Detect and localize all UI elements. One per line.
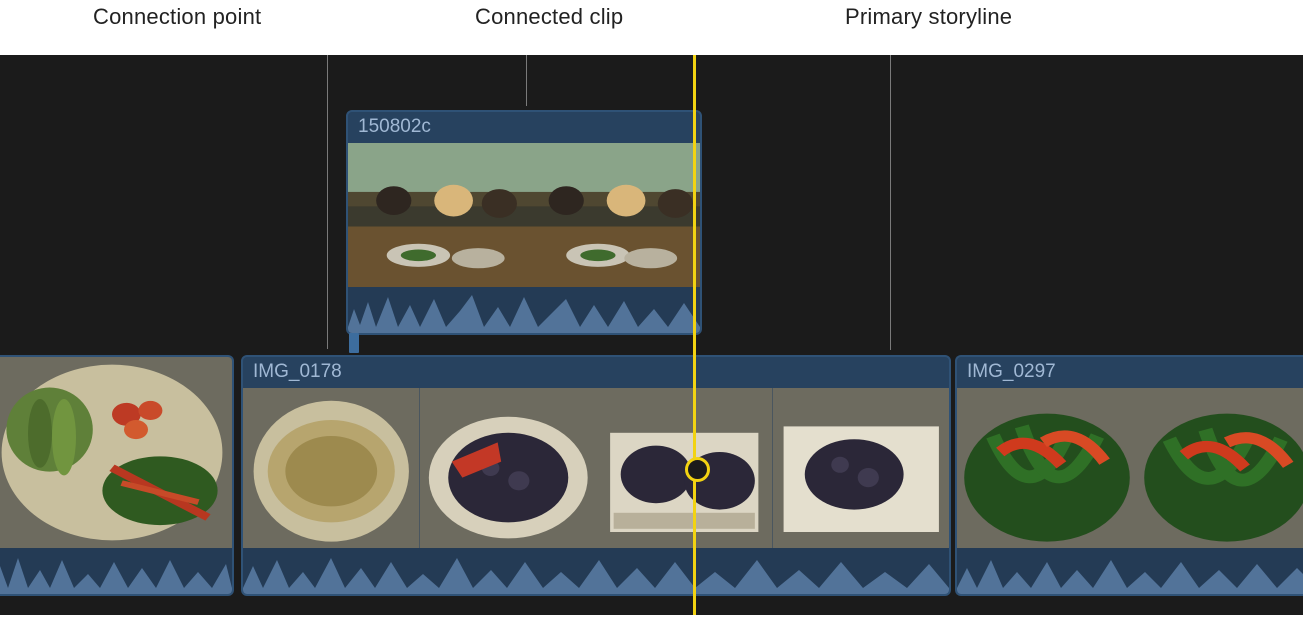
clip-thumbnails — [957, 388, 1303, 548]
label-primary-storyline: Primary storyline — [845, 4, 1012, 30]
playhead-line[interactable] — [693, 55, 696, 615]
label-connected-clip: Connected clip — [475, 4, 623, 30]
clip-title: IMG_0178 — [243, 357, 949, 388]
label-connection-point: Connection point — [93, 4, 261, 30]
primary-storyline-clip-right[interactable]: IMG_0297 — [955, 355, 1303, 596]
clip-thumbnails — [0, 357, 232, 548]
primary-storyline-clip-middle[interactable]: IMG_0178 — [241, 355, 951, 596]
clip-title: IMG_0297 — [957, 357, 1303, 388]
clip-waveform — [957, 548, 1303, 594]
clip-waveform — [243, 548, 949, 594]
clip-thumbnails — [243, 388, 949, 548]
timeline[interactable]: 150802c — [0, 55, 1303, 615]
connected-clip-thumbnails — [348, 143, 700, 287]
connected-clip-waveform — [348, 287, 700, 333]
clip-waveform — [0, 548, 232, 594]
leader-connection-point — [327, 32, 328, 349]
playhead-head[interactable] — [685, 457, 710, 482]
primary-storyline-clip-left[interactable] — [0, 355, 234, 596]
annotation-labels: Connection point Connected clip Primary … — [0, 0, 1303, 55]
connected-clip[interactable]: 150802c — [346, 110, 702, 335]
connected-clip-title: 150802c — [348, 112, 700, 143]
leader-primary-storyline — [890, 32, 891, 350]
connection-point-icon[interactable] — [349, 333, 359, 353]
